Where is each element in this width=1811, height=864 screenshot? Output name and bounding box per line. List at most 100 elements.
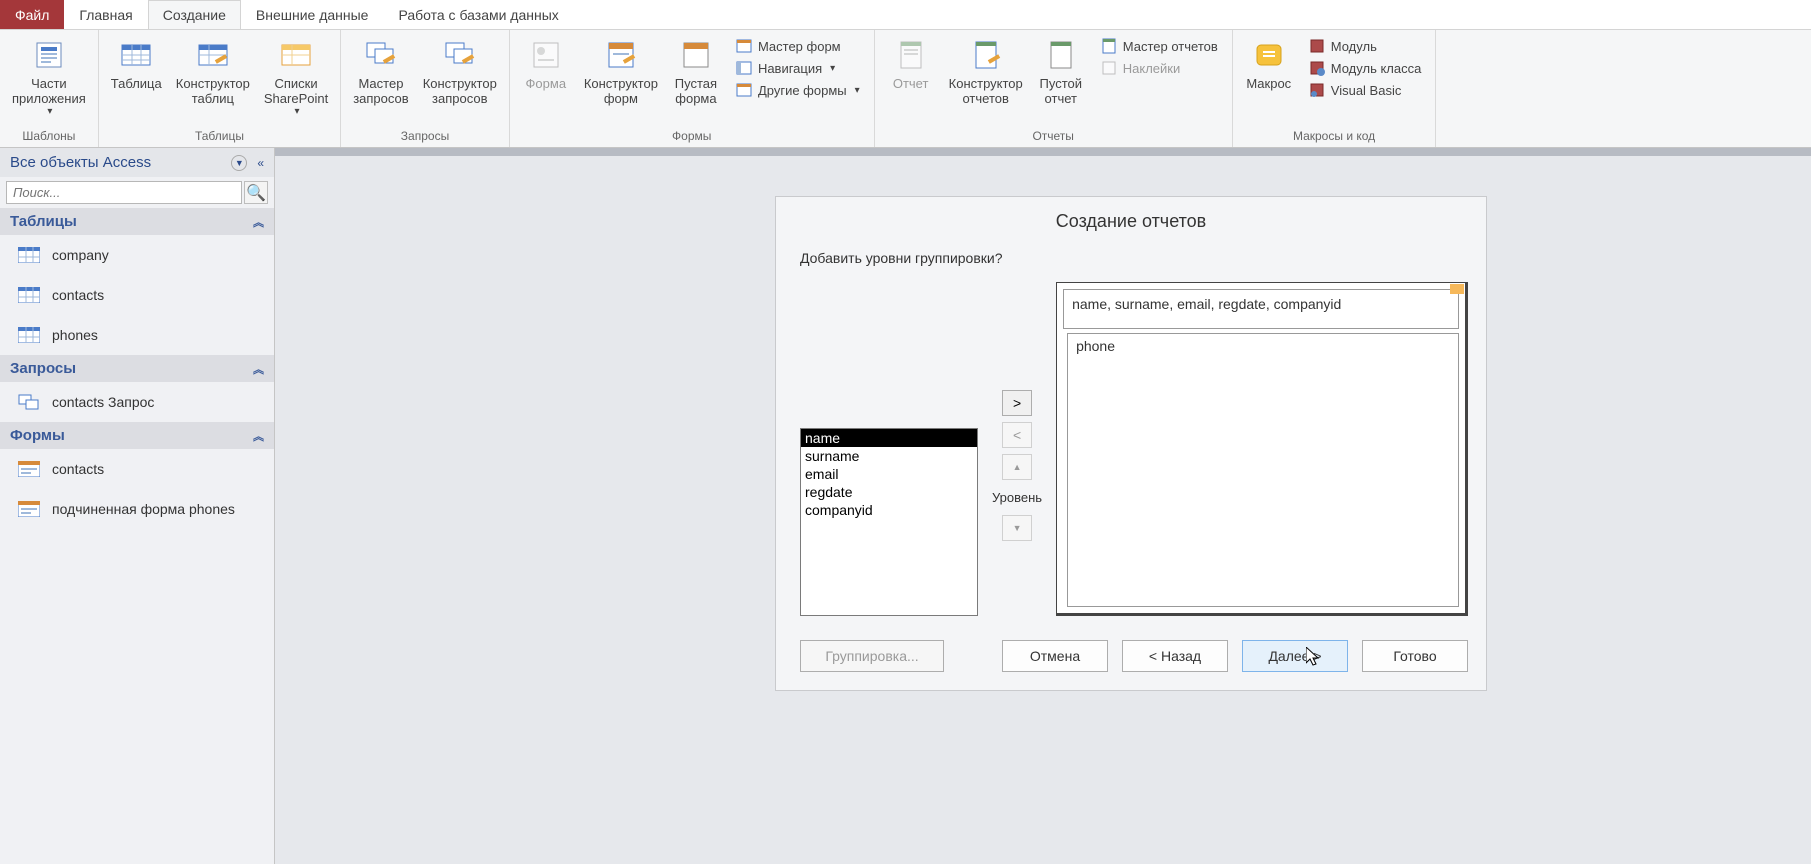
nav-search-input[interactable] bbox=[6, 181, 242, 204]
vb-label: Visual Basic bbox=[1331, 83, 1402, 98]
remove-grouping-button[interactable]: < bbox=[1002, 422, 1032, 448]
nav-item-label: contacts bbox=[52, 287, 104, 303]
query-wizard-icon bbox=[364, 38, 398, 72]
preview-header-fields: name, surname, email, regdate, companyid bbox=[1063, 289, 1459, 329]
ribbon: Части приложения▾ Шаблоны Таблица Констр… bbox=[0, 30, 1811, 148]
nav-pane-header[interactable]: Все объекты Access ▼ « bbox=[0, 148, 274, 177]
query-design-button[interactable]: Конструктор запросов bbox=[417, 34, 503, 108]
form-button[interactable]: Форма bbox=[516, 34, 576, 93]
field-surname[interactable]: surname bbox=[801, 447, 977, 465]
field-regdate[interactable]: regdate bbox=[801, 483, 977, 501]
tab-create[interactable]: Создание bbox=[148, 0, 241, 29]
group-title-forms: Формы bbox=[516, 127, 868, 145]
cancel-label: Отмена bbox=[1030, 648, 1080, 664]
grouping-preview: name, surname, email, regdate, companyid… bbox=[1056, 282, 1468, 616]
visual-basic-button[interactable]: Visual Basic bbox=[1305, 80, 1426, 100]
form-design-icon bbox=[604, 38, 638, 72]
nav-section-forms-label: Формы bbox=[10, 427, 65, 444]
nav-table-contacts[interactable]: contacts bbox=[0, 275, 274, 315]
labels-label: Наклейки bbox=[1123, 61, 1180, 76]
report-wizard-button[interactable]: Мастер отчетов bbox=[1097, 36, 1222, 56]
ribbon-group-forms: Форма Конструктор форм Пустая форма Маст… bbox=[510, 30, 875, 147]
sharepoint-icon bbox=[279, 38, 313, 72]
nav-section-queries-label: Запросы bbox=[10, 360, 76, 377]
next-label: Далее > bbox=[1268, 648, 1321, 664]
nav-search-button[interactable]: 🔍 bbox=[244, 181, 268, 204]
blank-report-label: Пустой отчет bbox=[1040, 76, 1083, 106]
class-module-button[interactable]: Модуль класса bbox=[1305, 58, 1426, 78]
group-title-macros: Макросы и код bbox=[1239, 127, 1430, 145]
class-module-icon bbox=[1309, 60, 1325, 76]
nav-table-phones[interactable]: phones bbox=[0, 315, 274, 355]
level-label: Уровень bbox=[992, 490, 1042, 505]
form-icon bbox=[18, 501, 40, 517]
available-fields-listbox[interactable]: name surname email regdate companyid bbox=[800, 428, 978, 616]
query-wizard-button[interactable]: Мастер запросов bbox=[347, 34, 414, 108]
nav-section-queries[interactable]: Запросы︽ bbox=[0, 355, 274, 382]
nav-form-contacts[interactable]: contacts bbox=[0, 449, 274, 489]
blank-form-button[interactable]: Пустая форма bbox=[666, 34, 726, 108]
nav-table-company[interactable]: company bbox=[0, 235, 274, 275]
navigation-icon bbox=[736, 60, 752, 76]
report-wizard-label: Мастер отчетов bbox=[1123, 39, 1218, 54]
app-parts-label: Части приложения bbox=[12, 76, 86, 106]
cancel-button[interactable]: Отмена bbox=[1002, 640, 1108, 672]
field-companyid[interactable]: companyid bbox=[801, 501, 977, 519]
other-forms-label: Другие формы bbox=[758, 83, 847, 98]
tab-external-data[interactable]: Внешние данные bbox=[241, 0, 384, 29]
tab-dbtools[interactable]: Работа с базами данных bbox=[383, 0, 573, 29]
wizard-question: Добавить уровни группировки? bbox=[800, 250, 1468, 266]
nav-section-forms[interactable]: Формы︽ bbox=[0, 422, 274, 449]
nav-dropdown-icon[interactable]: ▼ bbox=[231, 155, 247, 171]
other-forms-button[interactable]: Другие формы ▾ bbox=[732, 80, 864, 100]
form-wizard-button[interactable]: Мастер форм bbox=[732, 36, 864, 56]
ribbon-group-queries: Мастер запросов Конструктор запросов Зап… bbox=[341, 30, 510, 147]
nav-collapse-icon[interactable]: « bbox=[257, 156, 264, 170]
field-email[interactable]: email bbox=[801, 465, 977, 483]
vb-icon bbox=[1309, 82, 1325, 98]
grouping-options-button[interactable]: Группировка... bbox=[800, 640, 944, 672]
search-icon: 🔍 bbox=[246, 183, 266, 203]
macro-button[interactable]: Макрос bbox=[1239, 34, 1299, 93]
labels-button[interactable]: Наклейки bbox=[1097, 58, 1222, 78]
back-button[interactable]: < Назад bbox=[1122, 640, 1228, 672]
tab-file[interactable]: Файл bbox=[0, 0, 64, 29]
form-design-button[interactable]: Конструктор форм bbox=[578, 34, 664, 108]
nav-pane-title: Все объекты Access bbox=[10, 154, 151, 171]
add-grouping-button[interactable]: > bbox=[1002, 390, 1032, 416]
group-title-queries: Запросы bbox=[347, 127, 503, 145]
form-design-label: Конструктор форм bbox=[584, 76, 658, 106]
navigation-button[interactable]: Навигация▾ bbox=[732, 58, 864, 78]
report-icon bbox=[894, 38, 928, 72]
blank-form-icon bbox=[679, 38, 713, 72]
table-button[interactable]: Таблица bbox=[105, 34, 168, 93]
blank-report-icon bbox=[1044, 38, 1078, 72]
finish-button[interactable]: Готово bbox=[1362, 640, 1468, 672]
nav-item-label: contacts Запрос bbox=[52, 394, 154, 410]
app-parts-button[interactable]: Части приложения▾ bbox=[6, 34, 92, 119]
report-button[interactable]: Отчет bbox=[881, 34, 941, 93]
blank-form-label: Пустая форма bbox=[675, 76, 717, 106]
priority-down-button[interactable]: ▼ bbox=[1002, 515, 1032, 541]
tab-home[interactable]: Главная bbox=[64, 0, 147, 29]
sharepoint-lists-button[interactable]: Списки SharePoint▾ bbox=[258, 34, 334, 119]
priority-up-button[interactable]: ▲ bbox=[1002, 454, 1032, 480]
next-button[interactable]: Далее > bbox=[1242, 640, 1348, 672]
field-name[interactable]: name bbox=[801, 429, 977, 447]
nav-form-phones-subform[interactable]: подчиненная форма phones bbox=[0, 489, 274, 529]
table-icon bbox=[119, 38, 153, 72]
form-icon bbox=[18, 461, 40, 477]
tab-create-label: Создание bbox=[163, 7, 226, 23]
chevron-down-icon: ▾ bbox=[855, 85, 860, 96]
nav-section-tables[interactable]: Таблицы︽ bbox=[0, 208, 274, 235]
labels-icon bbox=[1101, 60, 1117, 76]
tab-dbtools-label: Работа с базами данных bbox=[398, 7, 558, 23]
nav-query-contacts[interactable]: contacts Запрос bbox=[0, 382, 274, 422]
blank-report-button[interactable]: Пустой отчет bbox=[1031, 34, 1091, 108]
ribbon-group-tables: Таблица Конструктор таблиц Списки ShareP… bbox=[99, 30, 341, 147]
report-design-button[interactable]: Конструктор отчетов bbox=[943, 34, 1029, 108]
arrow-right-icon: > bbox=[1013, 395, 1021, 411]
chevron-down-icon: ▾ bbox=[47, 106, 52, 117]
table-design-button[interactable]: Конструктор таблиц bbox=[170, 34, 256, 108]
module-button[interactable]: Модуль bbox=[1305, 36, 1426, 56]
